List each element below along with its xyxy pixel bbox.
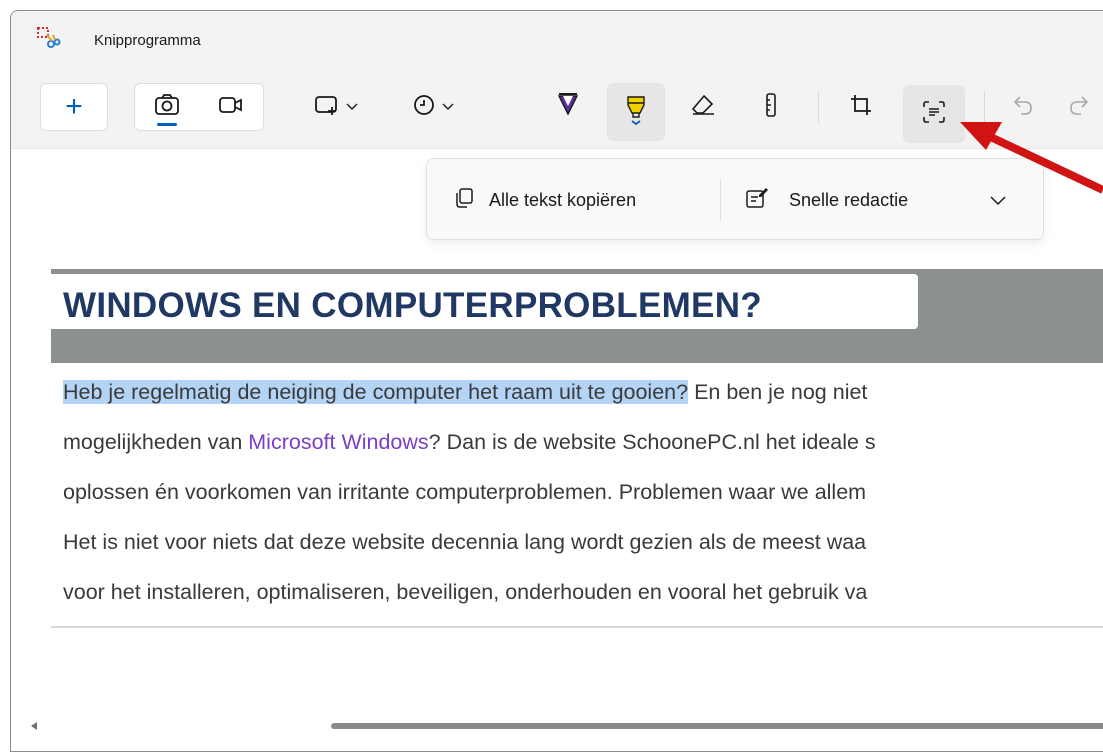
scrollbar-thumb[interactable] <box>331 723 1103 729</box>
text-line: voor het installeren, optimaliseren, bev… <box>63 580 868 604</box>
text-line: mogelijkheden van Microsoft Windows? Dan… <box>51 417 1103 467</box>
text-actions-divider <box>720 179 721 221</box>
ruler-button[interactable] <box>747 83 795 131</box>
screenshot-canvas: WINDOWS EN COMPUTERPROBLEMEN? Heb je reg… <box>51 269 1103 628</box>
text-actions-icon <box>922 100 946 129</box>
photo-mode-button[interactable] <box>135 84 199 130</box>
text-segment: mogelijkheden van <box>63 430 249 454</box>
heading-box: WINDOWS EN COMPUTERPROBLEMEN? <box>51 274 918 329</box>
new-snip-button[interactable]: + <box>40 83 108 131</box>
quick-redact-label: Snelle redactie <box>789 189 909 210</box>
ruler-icon <box>764 92 778 123</box>
highlighter-icon <box>625 95 647 130</box>
text-segment: ? Dan is de website SchoonePC.nl het ide… <box>428 430 876 454</box>
chevron-down-icon <box>346 98 358 116</box>
plus-icon: + <box>65 90 83 123</box>
video-camera-icon <box>218 94 244 121</box>
copy-all-text-button[interactable]: Alle tekst kopiëren <box>453 181 636 219</box>
copy-all-text-label: Alle tekst kopiëren <box>489 189 637 210</box>
delay-dropdown[interactable] <box>394 83 472 131</box>
snip-shape-dropdown[interactable] <box>297 83 375 131</box>
toolbar: + <box>11 71 1103 149</box>
rectangle-snip-icon <box>314 93 340 122</box>
eraser-button[interactable] <box>679 83 727 131</box>
highlighter-button[interactable] <box>607 83 665 141</box>
redact-icon <box>745 186 769 215</box>
text-line: Heb je regelmatig de neiging de computer… <box>51 367 1103 417</box>
text-line-rest: En ben je nog niet <box>688 380 868 404</box>
selected-text[interactable]: Heb je regelmatig de neiging de computer… <box>63 380 689 404</box>
capture-mode-group <box>134 83 264 131</box>
clock-icon <box>412 93 436 122</box>
snipping-tool-app-icon <box>37 27 61 49</box>
snipping-tool-window: Knipprogramma + Alle tekst kopiëren Snel… <box>10 10 1103 752</box>
toolbar-divider <box>818 91 819 123</box>
selected-indicator <box>157 123 177 126</box>
window-title: Knipprogramma <box>94 32 201 49</box>
ballpoint-pen-button[interactable] <box>544 83 592 131</box>
red-arrow-annotation <box>960 122 1103 194</box>
crop-icon <box>849 93 873 122</box>
page-heading: WINDOWS EN COMPUTERPROBLEMEN? <box>63 286 762 325</box>
scroll-left-arrow-icon[interactable] <box>31 722 37 730</box>
chevron-down-icon <box>442 98 454 116</box>
camera-icon <box>154 93 180 122</box>
text-line: oplossen én voorkomen van irritante comp… <box>63 480 867 504</box>
text-line: Het is niet voor niets dat deze website … <box>63 530 867 554</box>
title-bar: Knipprogramma <box>11 11 1103 71</box>
paragraph: Heb je regelmatig de neiging de computer… <box>51 363 1103 628</box>
copy-icon <box>453 187 475 214</box>
heading-banner: WINDOWS EN COMPUTERPROBLEMEN? <box>51 269 1103 363</box>
microsoft-windows-link[interactable]: Microsoft Windows <box>248 430 428 454</box>
video-mode-button[interactable] <box>199 84 263 130</box>
crop-button[interactable] <box>837 83 885 131</box>
horizontal-scrollbar[interactable] <box>11 713 1103 731</box>
pen-icon <box>557 92 579 123</box>
eraser-icon <box>690 93 716 122</box>
quick-redact-button[interactable]: Snelle redactie <box>745 181 908 219</box>
